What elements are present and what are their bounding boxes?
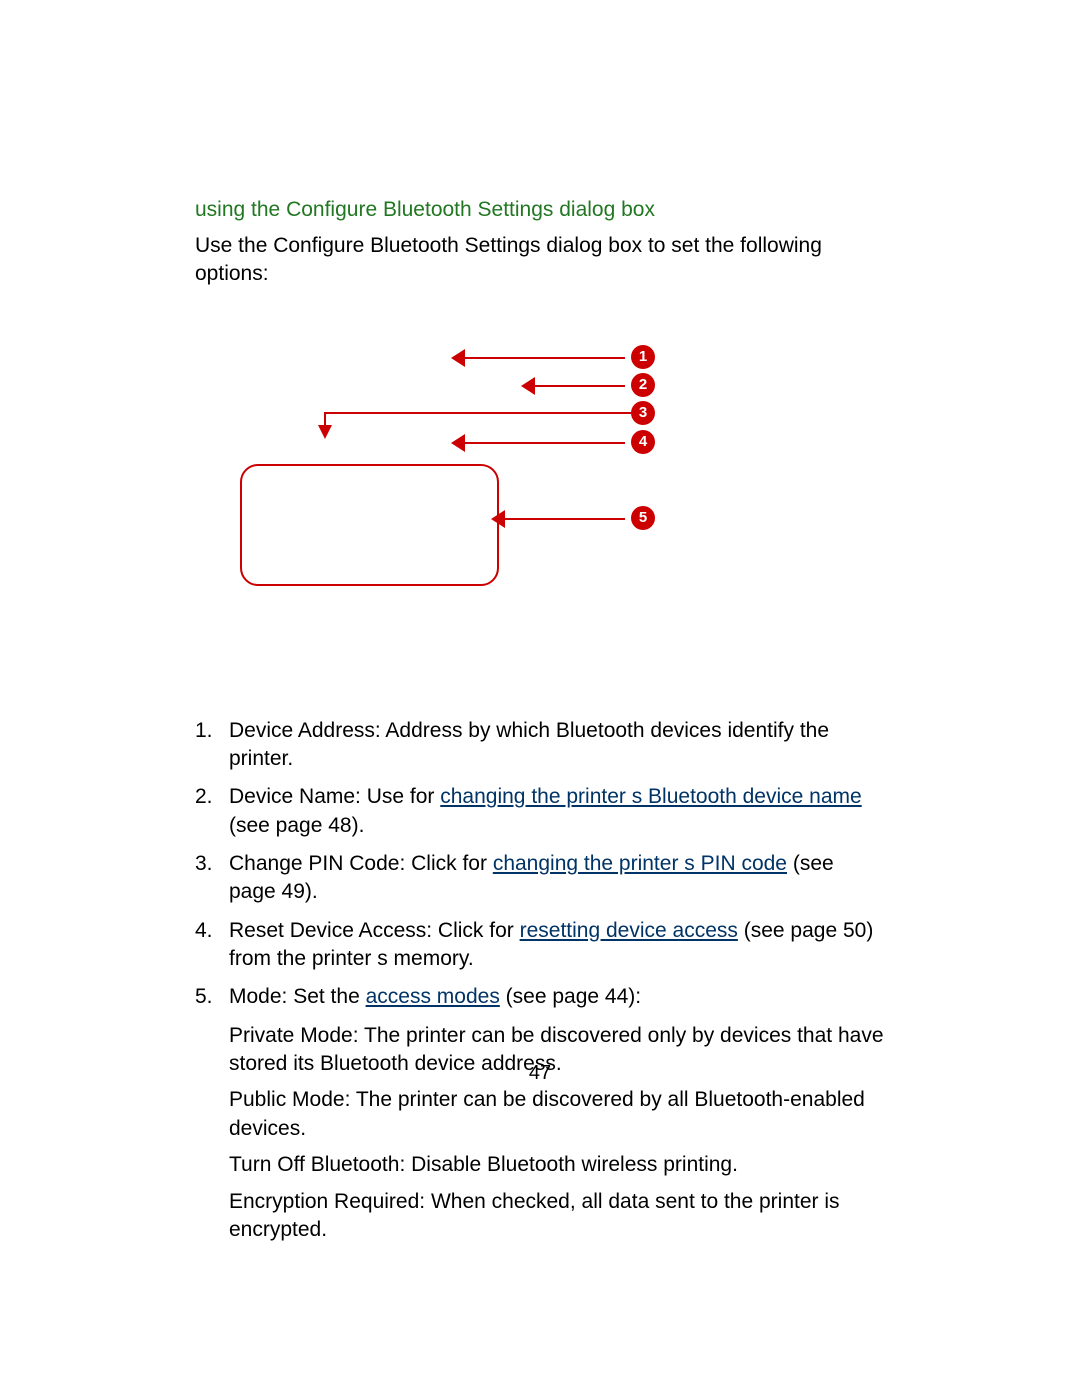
term-label: Device Name [229,785,355,808]
link-change-device-name[interactable]: changing the printer s Bluetooth device … [440,785,861,808]
term-label: Change PIN Code [229,852,399,875]
link-access-modes[interactable]: access modes [366,985,500,1008]
sub-body: Disable Bluetooth wireless printing. [411,1153,738,1176]
callout-arrow-4 [465,442,625,444]
colon: : [399,1153,411,1176]
mode-group-box [240,464,499,586]
list-number: 5. [195,983,229,1011]
term-label: Reset Device Access [229,919,426,942]
list-item-5: 5. Mode: Set the access modes (see page … [195,983,885,1011]
term-tail: (see page 48). [229,814,364,837]
list-number: 4. [195,917,229,974]
sub-public: Public Mode: The printer can be discover… [229,1086,885,1143]
colon: : [426,919,438,942]
term-lead: Click for [438,919,520,942]
list-number: 3. [195,850,229,907]
list-item-2: 2. Device Name: Use for changing the pri… [195,783,885,840]
list-number: 2. [195,783,229,840]
term-lead: Click for [411,852,493,875]
sub-label: Public Mode [229,1088,345,1111]
intro-paragraph: Use the Configure Bluetooth Settings dia… [195,232,885,289]
sub-turnoff: Turn Off Bluetooth: Disable Bluetooth wi… [229,1151,885,1179]
colon: : [355,785,367,808]
sub-encrypt: Encryption Required: When checked, all d… [229,1188,885,1245]
section-heading: using the Configure Bluetooth Settings d… [195,198,885,222]
callout-bullet-3: 3 [631,401,655,425]
sub-label: Turn Off Bluetooth [229,1153,399,1176]
term-lead: Set the [293,985,365,1008]
numbered-list: 1. Device Address: Address by which Blue… [195,717,885,1012]
link-reset-access[interactable]: resetting device access [520,919,738,942]
colon: : [419,1190,431,1213]
colon: : [399,852,411,875]
link-change-pin[interactable]: changing the printer s PIN code [493,852,787,875]
colon: : [353,1024,364,1047]
mode-sublist: Private Mode: The printer can be discove… [229,1022,885,1244]
list-item-4: 4. Reset Device Access: Click for resett… [195,917,885,974]
callout-arrow-5 [505,518,625,520]
list-item-3: 3. Change PIN Code: Click for changing t… [195,850,885,907]
term-tail: (see page 44): [500,985,641,1008]
colon: : [345,1088,356,1111]
document-page: using the Configure Bluetooth Settings d… [0,0,1080,1397]
sub-label: Encryption Required [229,1190,419,1213]
callout-bullet-4: 4 [631,430,655,454]
term-label: Mode [229,985,282,1008]
callout-bullet-5: 5 [631,506,655,530]
colon: : [282,985,294,1008]
sub-label: Private Mode [229,1024,353,1047]
callout-diagram: 1 2 3 4 5 [195,347,885,717]
term-lead: Use for [367,785,441,808]
page-number: 47 [0,1062,1080,1085]
